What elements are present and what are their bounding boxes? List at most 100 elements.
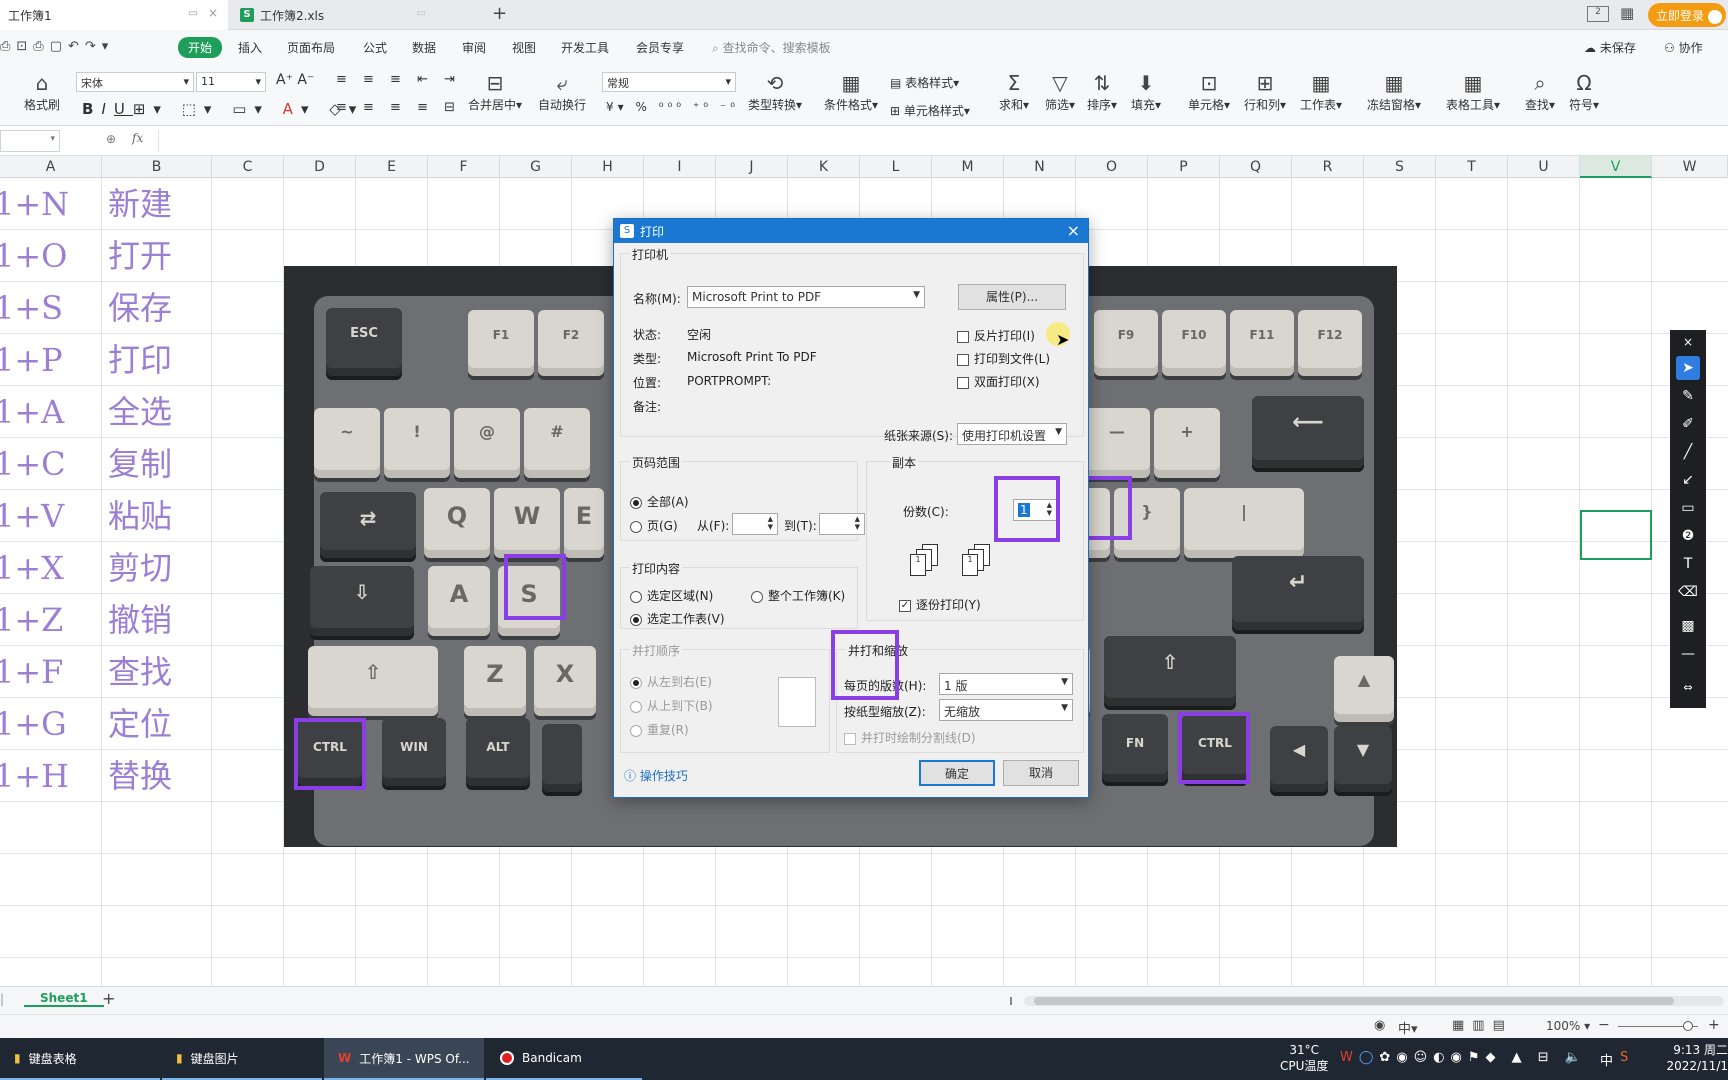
- zoom-out-icon[interactable]: −: [1598, 1017, 1610, 1033]
- fx-icon[interactable]: fx: [132, 131, 143, 145]
- arrow-icon[interactable]: ↙: [1676, 468, 1700, 492]
- reverse-print-checkbox[interactable]: 反片打印(I): [957, 327, 1035, 344]
- cell-action-label[interactable]: 替换: [108, 750, 172, 802]
- ok-button[interactable]: 确定: [919, 760, 995, 786]
- properties-button[interactable]: 属性(P)...: [958, 284, 1066, 310]
- cpu-temp[interactable]: 31°C CPU温度: [1280, 1042, 1328, 1074]
- table-style-button[interactable]: ▤ 表格样式▾: [890, 74, 959, 91]
- column-header-t[interactable]: T: [1436, 156, 1508, 178]
- symbol-button[interactable]: Ω 符号▾: [1564, 70, 1604, 113]
- paper-source-select[interactable]: 使用打印机设置 ▼: [957, 423, 1067, 445]
- new-tab-icon[interactable]: +: [492, 3, 507, 24]
- tips-link[interactable]: ⓘ 操作技巧: [624, 767, 688, 784]
- ttb-radio[interactable]: 从上到下(B): [630, 697, 713, 714]
- column-header-h[interactable]: H: [572, 156, 644, 178]
- freeze-button[interactable]: ▦ 冻结窗格▾: [1364, 70, 1424, 113]
- column-header-j[interactable]: J: [716, 156, 788, 178]
- font-style-buttons[interactable]: BIU⊞▾ ⬚▾ ▭▾ A▾ ◇▾: [82, 100, 364, 118]
- eraser-icon[interactable]: ⌫: [1676, 580, 1700, 604]
- sheet-nav-icon[interactable]: |: [0, 992, 4, 1006]
- scroll-split[interactable]: [1010, 997, 1020, 1005]
- all-pages-radio[interactable]: 全部(A): [630, 493, 689, 510]
- cell-shortcut-key[interactable]: 1+A: [0, 386, 64, 438]
- menu-review[interactable]: 审阅: [462, 39, 486, 56]
- pointer-icon[interactable]: ➤: [1676, 356, 1700, 380]
- cell-button[interactable]: ⊡ 单元格▾: [1186, 70, 1232, 113]
- repeat-radio[interactable]: 重复(R): [630, 721, 689, 738]
- cell-shortcut-key[interactable]: 1+F: [0, 646, 63, 698]
- column-header-r[interactable]: R: [1292, 156, 1364, 178]
- cell-style-button[interactable]: ⊞ 单元格样式▾: [890, 102, 970, 119]
- workbook-radio[interactable]: 整个工作簿(K): [751, 587, 845, 604]
- worksheet-button[interactable]: ▦ 工作表▾: [1298, 70, 1344, 113]
- font-size-select[interactable]: 11 ▾: [196, 72, 266, 92]
- sort-button[interactable]: ⇅ 排序▾: [1082, 70, 1122, 113]
- menu-start[interactable]: 开始: [178, 37, 223, 58]
- unsaved-status[interactable]: ☁ 未保存: [1584, 39, 1636, 56]
- cell-shortcut-key[interactable]: 1+O: [0, 230, 67, 282]
- cell-shortcut-key[interactable]: 1+H: [0, 750, 69, 802]
- wps-tray-icon[interactable]: S: [1620, 1050, 1628, 1065]
- table-tools-button[interactable]: ▦ 表格工具▾: [1442, 70, 1504, 113]
- close-tab-icon[interactable]: ×: [208, 6, 218, 20]
- column-header-e[interactable]: E: [356, 156, 428, 178]
- cancel-button[interactable]: 取消: [1003, 760, 1079, 786]
- sheet-tab[interactable]: Sheet1: [24, 991, 104, 1007]
- column-header-a[interactable]: A: [0, 156, 102, 178]
- column-header-m[interactable]: M: [932, 156, 1004, 178]
- column-header-k[interactable]: K: [788, 156, 860, 178]
- column-header-l[interactable]: L: [860, 156, 932, 178]
- cell-shortcut-key[interactable]: 1+V: [0, 490, 64, 542]
- print-to-file-checkbox[interactable]: 打印到文件(L): [957, 350, 1050, 367]
- cell-action-label[interactable]: 保存: [108, 282, 172, 334]
- cell-action-label[interactable]: 剪切: [108, 542, 172, 594]
- grow-font-icon[interactable]: A⁺ A⁻: [276, 72, 314, 88]
- column-header-u[interactable]: U: [1508, 156, 1580, 178]
- column-header-b[interactable]: B: [102, 156, 212, 178]
- selection-radio[interactable]: 选定区域(N): [630, 587, 713, 604]
- find-button[interactable]: ⌕ 查找▾: [1520, 70, 1560, 113]
- horizontal-scrollbar[interactable]: [1024, 996, 1724, 1006]
- rectangle-icon[interactable]: ▭: [1676, 496, 1700, 520]
- selected-cell[interactable]: [1580, 510, 1652, 560]
- column-header-q[interactable]: Q: [1220, 156, 1292, 178]
- selected-sheet-radio[interactable]: 选定工作表(V): [630, 610, 725, 627]
- menu-developer[interactable]: 开发工具: [561, 39, 609, 56]
- task-wps[interactable]: W 工作簿1 - WPS Of...: [324, 1038, 484, 1080]
- pencil-icon[interactable]: ✎: [1676, 384, 1700, 408]
- number-format-icons[interactable]: ¥▾ % ⁰⁰⁰ ⁺⁰ ⁻⁰: [606, 100, 739, 114]
- ltr-radio[interactable]: 从左到右(E): [630, 673, 712, 690]
- quick-access-icons[interactable]: ⎙⊡⎙▢↶↷▾: [0, 39, 114, 54]
- cell-shortcut-key[interactable]: 1+Z: [0, 594, 63, 646]
- login-button[interactable]: 立即登录: [1648, 3, 1726, 27]
- input-method-icon[interactable]: 中▾: [1398, 1018, 1418, 1037]
- from-page-input[interactable]: ▲ ▼: [732, 513, 778, 535]
- zoom-slider-thumb[interactable]: [1683, 1021, 1693, 1031]
- column-header-w[interactable]: W: [1652, 156, 1728, 178]
- menu-page-layout[interactable]: 页面布局: [287, 39, 335, 56]
- zoom-formula-icon[interactable]: ⊕: [106, 132, 116, 146]
- task-folder-1[interactable]: ▮ 键盘表格: [0, 1038, 160, 1080]
- numbering-icon[interactable]: ❷: [1676, 524, 1700, 548]
- menu-member[interactable]: 会员专享: [636, 39, 684, 56]
- column-header-s[interactable]: S: [1364, 156, 1436, 178]
- conditional-format-button[interactable]: ▦ 条件格式▾: [820, 70, 882, 113]
- scrollbar-thumb[interactable]: [1034, 997, 1674, 1005]
- collab-button[interactable]: ⚇ 协作: [1664, 39, 1703, 56]
- duplex-checkbox[interactable]: 双面打印(X): [957, 373, 1040, 390]
- tab-workbook2[interactable]: S 工作簿2.xls ▭: [232, 0, 466, 30]
- menu-insert[interactable]: 插入: [238, 39, 262, 56]
- wrap-text-button[interactable]: ⤶ 自动换行: [536, 70, 588, 113]
- cell-action-label[interactable]: 定位: [108, 698, 172, 750]
- type-convert-button[interactable]: ⟲ 类型转换▾: [744, 70, 806, 113]
- cell-action-label[interactable]: 打印: [108, 334, 172, 386]
- name-box[interactable]: ▾: [0, 130, 60, 152]
- cell-action-label[interactable]: 粘贴: [108, 490, 172, 542]
- column-header-n[interactable]: N: [1004, 156, 1076, 178]
- per-page-select[interactable]: 1 版 ▼: [939, 673, 1073, 695]
- layout-icon[interactable]: 2: [1587, 6, 1609, 22]
- close-icon[interactable]: ×: [1676, 330, 1700, 354]
- cell-action-label[interactable]: 查找: [108, 646, 172, 698]
- column-header-v[interactable]: V: [1580, 156, 1652, 178]
- cell-shortcut-key[interactable]: 1+P: [0, 334, 63, 386]
